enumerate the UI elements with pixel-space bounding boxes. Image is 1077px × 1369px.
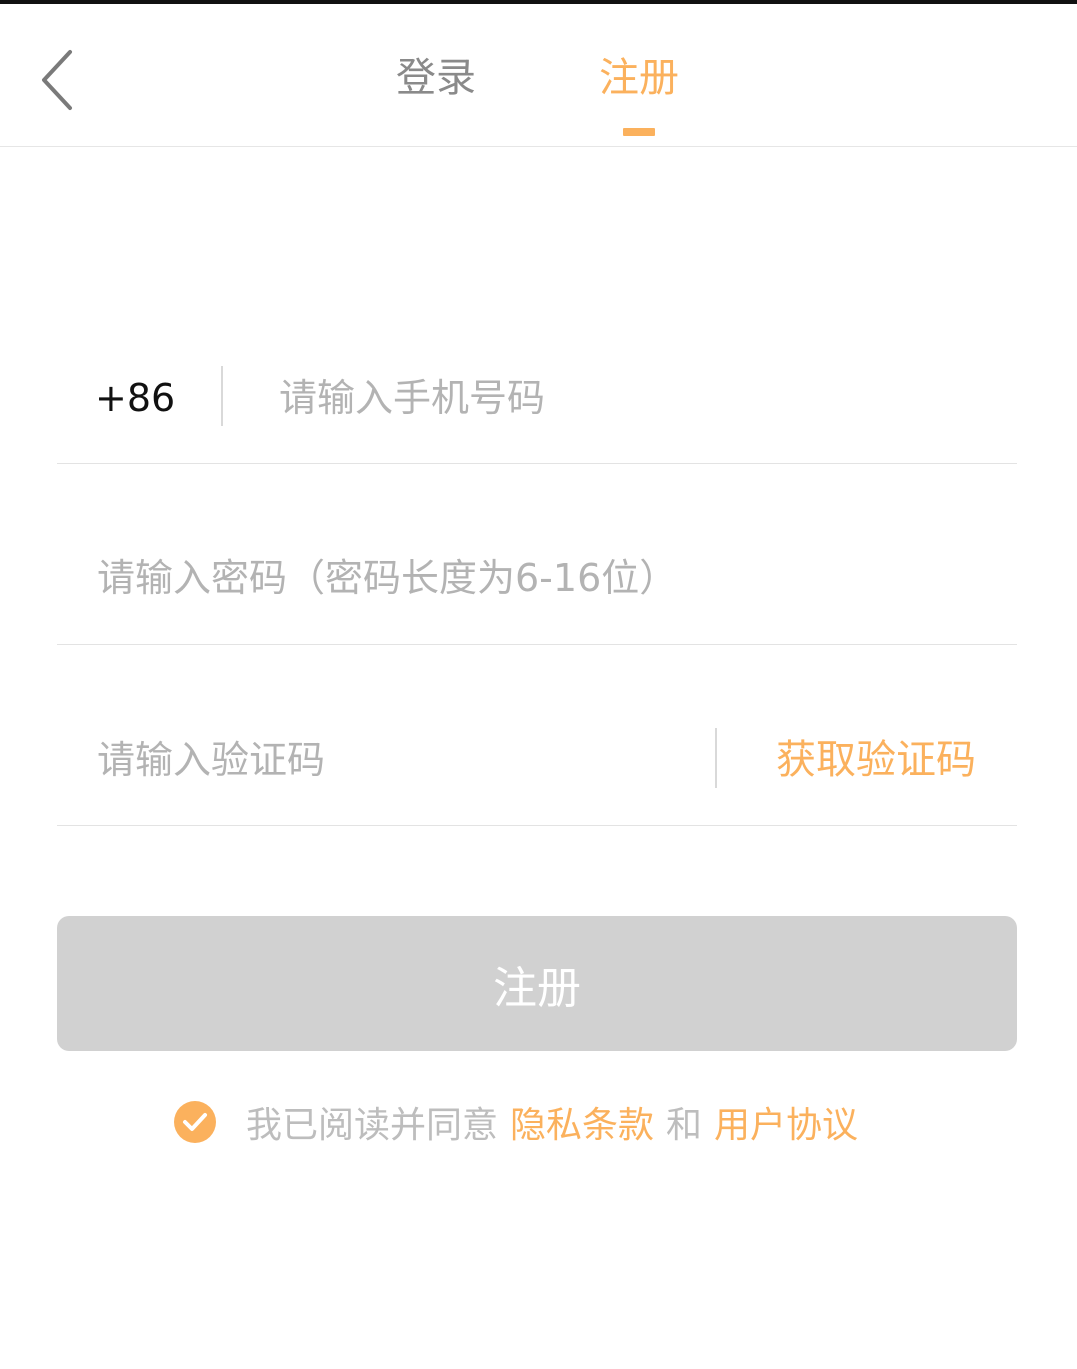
verification-code-row: 获取验证码	[57, 692, 1017, 826]
active-tab-indicator	[623, 128, 655, 136]
code-divider	[715, 728, 717, 788]
agreement-checkbox[interactable]	[174, 1101, 216, 1143]
chevron-left-icon	[42, 50, 72, 110]
agreement-row: 我已阅读并同意 隐私条款 和 用户协议	[174, 1094, 858, 1150]
phone-input[interactable]	[279, 368, 979, 428]
verification-code-input[interactable]	[97, 730, 697, 790]
privacy-link[interactable]: 隐私条款	[510, 1096, 654, 1148]
check-circle-icon	[183, 1113, 207, 1131]
phone-row: +86	[57, 330, 1017, 464]
phone-divider	[221, 366, 223, 426]
agreement-joiner: 和	[666, 1105, 703, 1146]
country-code-selector[interactable]: +86	[95, 368, 175, 428]
tab-register[interactable]: 注册	[594, 48, 684, 108]
terms-link[interactable]: 用户协议	[714, 1096, 858, 1148]
back-button[interactable]	[28, 40, 88, 120]
password-input[interactable]	[97, 548, 977, 608]
tab-login[interactable]: 登录	[388, 48, 484, 108]
register-button[interactable]: 注册	[57, 916, 1017, 1051]
password-row	[57, 512, 1017, 645]
agreement-prefix: 我已阅读并同意	[246, 1105, 499, 1146]
get-code-button[interactable]: 获取验证码	[763, 730, 989, 790]
header: 登录 注册	[0, 4, 1077, 147]
